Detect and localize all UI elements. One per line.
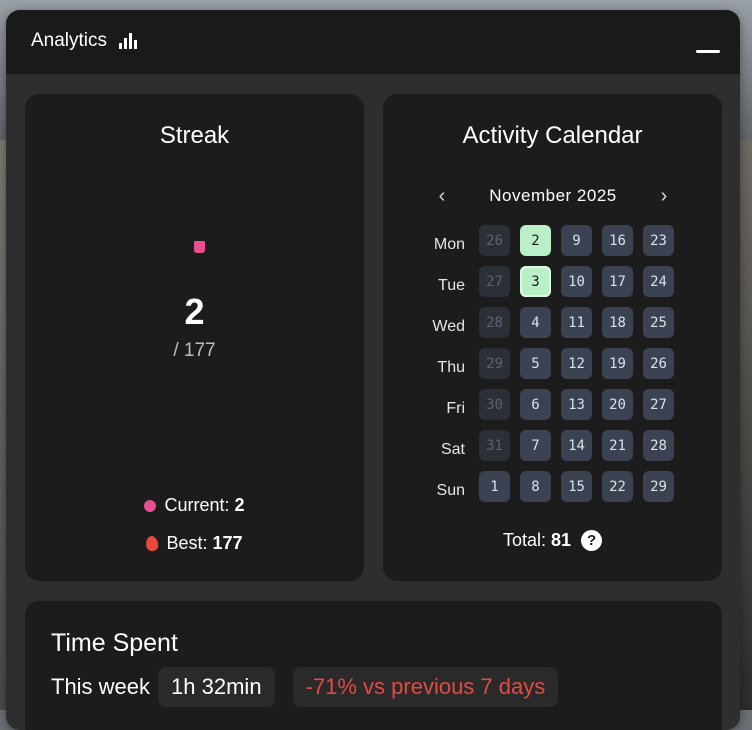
calendar-day-cell[interactable]: 15 <box>561 471 592 502</box>
weekday-label-sat: Sat <box>440 441 465 458</box>
calendar-day-cell[interactable]: 17 <box>602 266 633 297</box>
calendar-day-cell[interactable]: 4 <box>520 307 551 338</box>
weekday-label-fri: Fri <box>446 400 465 417</box>
calendar-day-cell[interactable]: 20 <box>602 389 633 420</box>
weekday-label-mon: Mon <box>433 236 465 253</box>
duration-badge: 1h 32min <box>158 667 275 707</box>
calendar-total-row: Total: 81 ? <box>383 530 722 551</box>
weekday-label-tue: Tue <box>438 277 465 294</box>
calendar-day-cell[interactable]: 12 <box>561 348 592 379</box>
calendar-grid: 26 27 28 29 30 31 1 2 3 4 5 6 7 8 9 10 11 12 13 14 15 16 17 18 1… <box>479 225 674 502</box>
calendar-title: Activity Calendar <box>462 122 643 149</box>
weekday-label-sun: Sun <box>436 482 465 499</box>
calendar-day-cell[interactable]: 22 <box>602 471 633 502</box>
calendar-day-cell[interactable]: 1 <box>479 471 510 502</box>
comparison-badge: -71% vs previous 7 days <box>292 667 559 707</box>
calendar-day-cell[interactable]: 24 <box>643 266 674 297</box>
weekday-label-thu: Thu <box>437 359 465 376</box>
calendar-day-cell[interactable]: 16 <box>602 225 633 256</box>
streak-total: / 177 <box>173 340 216 361</box>
calendar-day-cell[interactable]: 27 <box>479 266 510 297</box>
analytics-panel: Analytics Streak 2 / 177 Current: 2 Best… <box>6 10 740 730</box>
total-label: Total: <box>502 530 546 550</box>
activity-calendar-card: Activity Calendar ‹ November 2025 › Mon T… <box>383 94 722 581</box>
month-navigation: ‹ November 2025 › <box>423 178 683 214</box>
prev-month-button[interactable]: ‹ <box>423 177 461 215</box>
calendar-day-cell[interactable]: 6 <box>520 389 551 420</box>
best-value: 177 <box>212 533 243 553</box>
calendar-day-cell[interactable]: 29 <box>479 348 510 379</box>
calendar-day-cell[interactable]: 29 <box>643 471 674 502</box>
total-value: 81 <box>551 530 572 550</box>
current-dot-icon <box>144 499 157 512</box>
calendar-day-cell[interactable]: 9 <box>561 225 592 256</box>
best-streak-row: Best: 177 <box>25 533 364 554</box>
streak-value: 2 <box>184 291 205 332</box>
time-spent-card: Time Spent This week 1h 32min -71% vs pr… <box>25 601 722 730</box>
calendar-day-cell[interactable]: 19 <box>602 348 633 379</box>
calendar-day-cell[interactable]: 23 <box>643 225 674 256</box>
minimize-button[interactable] <box>696 50 720 53</box>
calendar-day-cell[interactable]: 30 <box>479 389 510 420</box>
calendar-day-cell[interactable]: 10 <box>561 266 592 297</box>
calendar-day-cell[interactable]: 18 <box>602 307 633 338</box>
panel-title-group: Analytics <box>31 30 138 52</box>
calendar-day-cell[interactable]: 5 <box>520 348 551 379</box>
streak-card: Streak 2 / 177 Current: 2 Best: 177 <box>25 94 364 581</box>
month-label: November 2025 <box>489 186 617 205</box>
calendar-day-cell[interactable]: 13 <box>561 389 592 420</box>
panel-title: Analytics <box>31 30 108 51</box>
weekday-label-wed: Wed <box>432 318 465 335</box>
calendar-day-cell[interactable]: 27 <box>643 389 674 420</box>
calendar-day-cell[interactable]: 21 <box>602 430 633 461</box>
next-month-button[interactable]: › <box>645 177 683 215</box>
fire-icon <box>145 535 160 552</box>
current-streak-row: Current: 2 <box>25 495 364 516</box>
calendar-day-cell[interactable]: 8 <box>520 471 551 502</box>
calendar-day-cell[interactable]: 28 <box>479 307 510 338</box>
calendar-day-cell[interactable]: 14 <box>561 430 592 461</box>
streak-title: Streak <box>159 122 230 149</box>
panel-header: Analytics <box>6 10 740 74</box>
time-spent-row: This week 1h 32min -71% vs previous 7 da… <box>51 667 559 707</box>
calendar-day-cell[interactable]: 31 <box>479 430 510 461</box>
calendar-day-cell[interactable]: 7 <box>520 430 551 461</box>
bar-chart-icon <box>119 33 138 49</box>
weekday-labels: Mon Tue Wed Thu Fri Sat Sun <box>421 230 465 517</box>
best-label: Best: <box>166 533 208 553</box>
calendar-day-cell[interactable]: 26 <box>643 348 674 379</box>
calendar-day-cell[interactable]: 11 <box>561 307 592 338</box>
streak-flame-icon <box>194 241 205 253</box>
calendar-day-cell[interactable]: 3 <box>520 266 551 297</box>
calendar-day-cell[interactable]: 25 <box>643 307 674 338</box>
period-label: This week <box>51 674 151 699</box>
help-icon[interactable]: ? <box>581 530 603 551</box>
calendar-day-cell[interactable]: 26 <box>479 225 510 256</box>
calendar-day-cell[interactable]: 28 <box>643 430 674 461</box>
calendar-day-cell[interactable]: 2 <box>520 225 551 256</box>
current-value: 2 <box>234 495 245 515</box>
current-label: Current: <box>164 495 230 515</box>
time-spent-title: Time Spent <box>51 629 178 657</box>
